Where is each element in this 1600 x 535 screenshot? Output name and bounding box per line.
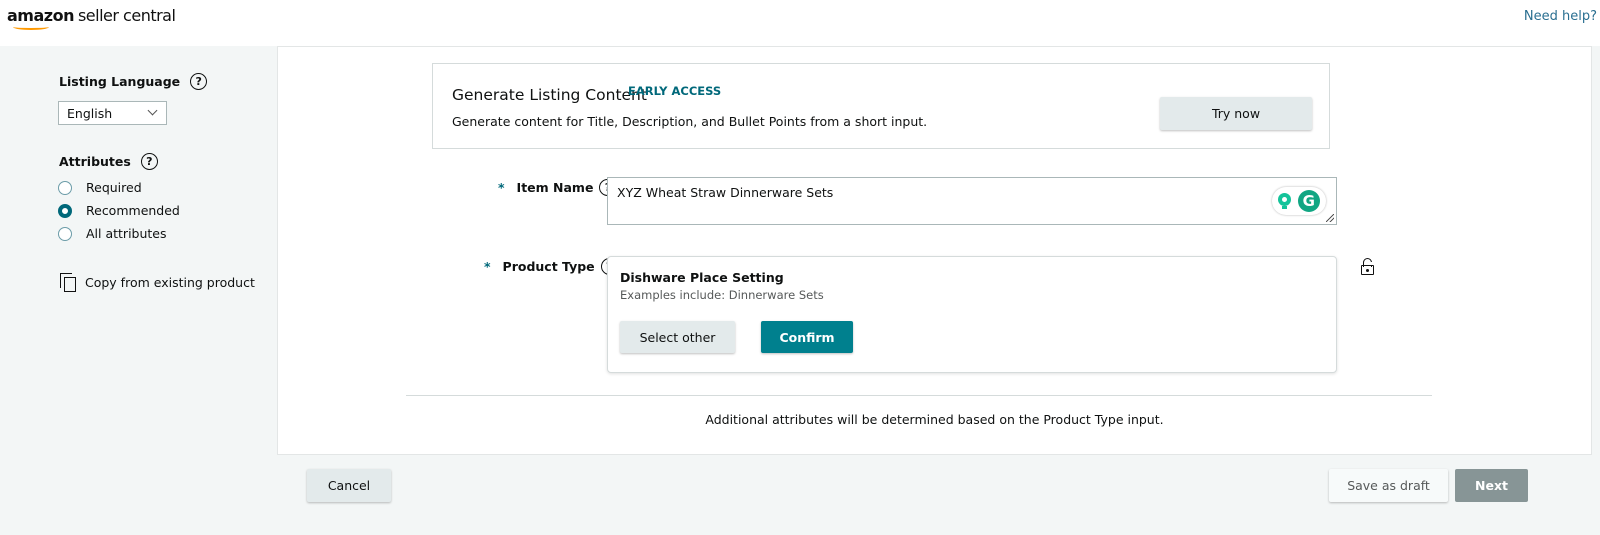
- language-selected-value: English: [67, 105, 113, 121]
- resize-handle-icon[interactable]: [1326, 214, 1334, 222]
- listing-language-label: Listing Language: [59, 74, 181, 89]
- copy-icon: [60, 273, 76, 292]
- additional-attributes-note: Additional attributes will be determined…: [705, 412, 1164, 427]
- item-name-label-group: * Item Name ?: [498, 179, 617, 196]
- radio-button-checked[interactable]: [58, 203, 72, 218]
- listing-language-heading: Listing Language ?: [59, 73, 208, 90]
- copy-from-existing-label: Copy from existing product: [85, 275, 255, 290]
- item-name-value: XYZ Wheat Straw Dinnerware Sets: [617, 185, 834, 200]
- required-marker: *: [484, 259, 491, 274]
- main-panel: Generate Listing Content EARLY ACCESS Ge…: [277, 46, 1592, 455]
- confirm-button[interactable]: Confirm: [761, 321, 853, 353]
- radio-required[interactable]: Required: [58, 180, 142, 195]
- top-header: amazon seller central Need help?: [0, 0, 1600, 46]
- radio-label: Recommended: [86, 203, 180, 218]
- radio-label: Required: [86, 180, 142, 195]
- product-type-label: Product Type: [502, 259, 595, 274]
- logo-brand: amazon: [7, 6, 74, 25]
- cancel-button[interactable]: Cancel: [307, 469, 391, 502]
- unlock-icon[interactable]: [1361, 258, 1374, 276]
- copy-from-existing-product-link[interactable]: Copy from existing product: [60, 273, 255, 292]
- select-other-button[interactable]: Select other: [620, 321, 735, 353]
- radio-label: All attributes: [86, 226, 167, 241]
- help-icon[interactable]: ?: [140, 153, 158, 170]
- try-now-button[interactable]: Try now: [1160, 97, 1312, 130]
- product-type-name: Dishware Place Setting: [620, 270, 784, 285]
- attributes-heading: Attributes ?: [59, 153, 158, 170]
- chevron-down-icon: [147, 105, 158, 116]
- generate-description: Generate content for Title, Description,…: [452, 114, 928, 129]
- help-icon[interactable]: ?: [190, 73, 208, 90]
- radio-recommended[interactable]: Recommended: [58, 203, 180, 218]
- product-type-label-group: * Product Type ?: [484, 258, 618, 275]
- grammarly-icon[interactable]: G: [1297, 190, 1320, 212]
- required-marker: *: [498, 180, 505, 195]
- radio-button[interactable]: [58, 180, 72, 195]
- item-name-label: Item Name: [516, 180, 594, 195]
- save-as-draft-button[interactable]: Save as draft: [1329, 469, 1448, 502]
- listing-language-select[interactable]: English: [58, 101, 167, 125]
- early-access-badge: EARLY ACCESS: [628, 84, 722, 98]
- grammarly-widget[interactable]: G: [1272, 187, 1326, 215]
- product-type-examples: Examples include: Dinnerware Sets: [620, 288, 824, 302]
- need-help-link[interactable]: Need help?: [1524, 9, 1597, 24]
- lightbulb-icon[interactable]: [1278, 192, 1292, 210]
- item-name-input[interactable]: XYZ Wheat Straw Dinnerware Sets G: [607, 177, 1337, 225]
- attributes-label: Attributes: [59, 154, 131, 169]
- logo-smile-icon: [13, 24, 49, 30]
- product-type-card: Dishware Place Setting Examples include:…: [607, 256, 1337, 373]
- generate-listing-content-box: Generate Listing Content EARLY ACCESS Ge…: [432, 63, 1330, 149]
- sidebar: Listing Language ? English Attributes ? …: [0, 46, 277, 535]
- radio-all-attributes[interactable]: All attributes: [58, 226, 167, 241]
- divider: [406, 395, 1432, 396]
- radio-button[interactable]: [58, 226, 72, 241]
- logo-product: seller central: [77, 6, 176, 25]
- amazon-seller-central-logo[interactable]: amazon seller central: [7, 6, 176, 32]
- generate-title: Generate Listing Content: [452, 86, 647, 104]
- next-button[interactable]: Next: [1455, 469, 1528, 502]
